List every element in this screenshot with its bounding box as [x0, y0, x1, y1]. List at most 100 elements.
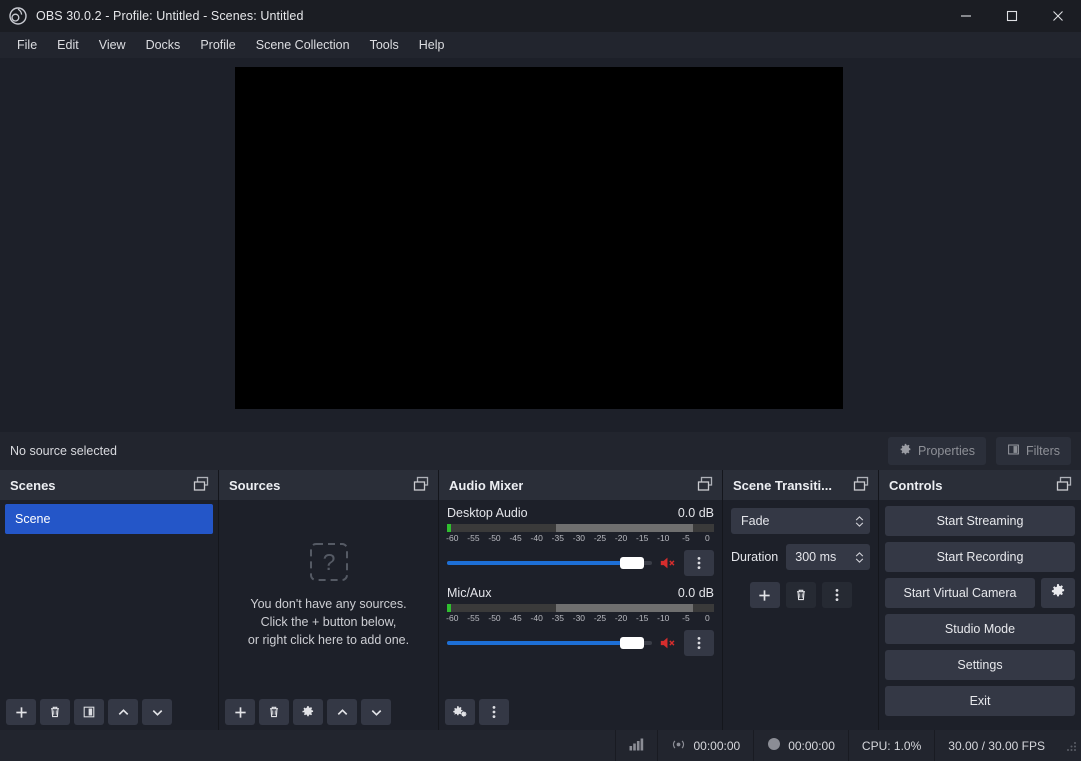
duration-input[interactable]: 300 ms [786, 544, 870, 570]
mute-button[interactable] [658, 634, 678, 652]
move-source-up-button[interactable] [327, 699, 357, 725]
menu-file[interactable]: File [8, 35, 46, 56]
virtual-camera-settings-button[interactable] [1041, 578, 1075, 608]
advanced-audio-properties-button[interactable] [445, 699, 475, 725]
remove-scene-button[interactable] [40, 699, 70, 725]
obs-logo-icon [8, 6, 28, 26]
sources-empty-line-3: or right click here to add one. [247, 633, 410, 648]
sources-title-label: Sources [229, 477, 281, 493]
audio-mixer-dock: Audio Mixer Desktop Audio 0.0 dB -60 -55… [438, 470, 722, 730]
meter-scale: -60 -55 -50 -45 -40 -35 -30 -25 -20 -15 … [446, 533, 714, 546]
add-scene-button[interactable] [6, 699, 36, 725]
sources-dock-title: Sources [219, 470, 438, 500]
chevron-updown-icon [852, 515, 866, 527]
question-mark-icon: ? [308, 541, 350, 583]
scene-filters-button[interactable] [74, 699, 104, 725]
remove-source-button[interactable] [259, 699, 289, 725]
meter-peak [447, 524, 451, 532]
scenes-list[interactable]: Scene [0, 500, 218, 694]
transition-select[interactable]: Fade [731, 508, 870, 534]
scene-transitions-dock: Scene Transiti... Fade Duration 300 ms [722, 470, 878, 730]
controls-body: Start Streaming Start Recording Start Vi… [879, 500, 1081, 730]
meter-tick: -10 [657, 613, 670, 623]
cpu-usage-value: CPU: 1.0% [861, 738, 922, 753]
volume-slider-handle[interactable] [619, 557, 644, 569]
menu-help[interactable]: Help [410, 35, 454, 56]
volume-slider-fill [447, 641, 632, 645]
audio-track-controls [447, 550, 714, 576]
move-scene-down-button[interactable] [142, 699, 172, 725]
meter-tick: -60 [446, 613, 459, 623]
move-scene-up-button[interactable] [108, 699, 138, 725]
menu-view[interactable]: View [90, 35, 135, 56]
minimize-button[interactable] [943, 0, 989, 32]
cpu-usage-cell: CPU: 1.0% [847, 730, 934, 761]
studio-mode-button[interactable]: Studio Mode [885, 614, 1075, 644]
audio-level-meter [447, 524, 714, 532]
selected-source-status: No source selected [10, 444, 118, 458]
svg-text:?: ? [322, 549, 335, 575]
meter-magnitude [556, 604, 693, 612]
audio-track-name: Desktop Audio [447, 506, 528, 520]
meter-tick: -55 [467, 533, 480, 543]
volume-slider[interactable] [447, 636, 652, 650]
add-source-button[interactable] [225, 699, 255, 725]
filters-button[interactable]: Filters [995, 437, 1071, 465]
resize-grip-icon[interactable] [1064, 739, 1078, 753]
add-transition-button[interactable] [749, 582, 780, 608]
sources-list[interactable]: ? You don't have any sources. Click the … [219, 500, 438, 694]
meter-tick: -25 [593, 533, 607, 543]
meter-tick: -50 [488, 613, 501, 623]
duration-label: Duration [731, 550, 779, 564]
float-icon[interactable] [412, 476, 430, 494]
move-source-down-button[interactable] [361, 699, 391, 725]
start-streaming-button[interactable]: Start Streaming [885, 506, 1075, 536]
preview-area[interactable] [0, 58, 1081, 432]
audio-mixer-menu-button[interactable] [479, 699, 509, 725]
float-icon[interactable] [192, 476, 210, 494]
meter-peak [447, 604, 451, 612]
close-button[interactable] [1035, 0, 1081, 32]
menu-scene-collection[interactable]: Scene Collection [247, 35, 359, 56]
controls-dock: Controls Start Streaming Start Recording… [878, 470, 1081, 730]
audio-track-menu-button[interactable] [684, 550, 714, 576]
filters-button-label: Filters [1025, 444, 1060, 458]
record-time-cell: 00:00:00 [753, 730, 848, 761]
mute-button[interactable] [658, 554, 678, 572]
audio-mixer-tracks: Desktop Audio 0.0 dB -60 -55 -50 -45 -40… [439, 500, 722, 694]
menu-edit[interactable]: Edit [48, 35, 88, 56]
audio-track-name: Mic/Aux [447, 586, 492, 600]
float-icon[interactable] [1055, 476, 1073, 494]
source-properties-button[interactable] [293, 699, 323, 725]
maximize-button[interactable] [989, 0, 1035, 32]
start-recording-button[interactable]: Start Recording [885, 542, 1075, 572]
volume-slider-handle[interactable] [619, 637, 644, 649]
audio-track: Mic/Aux 0.0 dB -60 -55 -50 -45 -40 -35 -… [446, 586, 714, 656]
spinner-icon[interactable] [852, 551, 866, 563]
properties-button[interactable]: Properties [887, 437, 986, 465]
meter-tick: -40 [530, 613, 543, 623]
meter-tick: -25 [593, 613, 607, 623]
meter-tick: -10 [657, 533, 670, 543]
preview-canvas[interactable] [235, 67, 843, 409]
settings-button[interactable]: Settings [885, 650, 1075, 680]
gear-icon [1050, 583, 1066, 604]
scene-list-item[interactable]: Scene [5, 504, 213, 534]
meter-tick: -15 [636, 533, 649, 543]
meter-tick: -30 [572, 613, 586, 623]
audio-track-controls [447, 630, 714, 656]
scenes-title-label: Scenes [10, 477, 56, 493]
float-icon[interactable] [696, 476, 714, 494]
start-virtual-camera-button[interactable]: Start Virtual Camera [885, 578, 1035, 608]
menu-profile[interactable]: Profile [191, 35, 244, 56]
audio-track-menu-button[interactable] [684, 630, 714, 656]
record-dot-icon [767, 737, 781, 754]
volume-slider[interactable] [447, 556, 652, 570]
transition-properties-button[interactable] [821, 582, 852, 608]
meter-tick: -60 [446, 533, 459, 543]
exit-button[interactable]: Exit [885, 686, 1075, 716]
menu-tools[interactable]: Tools [361, 35, 408, 56]
menu-docks[interactable]: Docks [137, 35, 190, 56]
float-icon[interactable] [852, 476, 870, 494]
remove-transition-button[interactable] [785, 582, 816, 608]
